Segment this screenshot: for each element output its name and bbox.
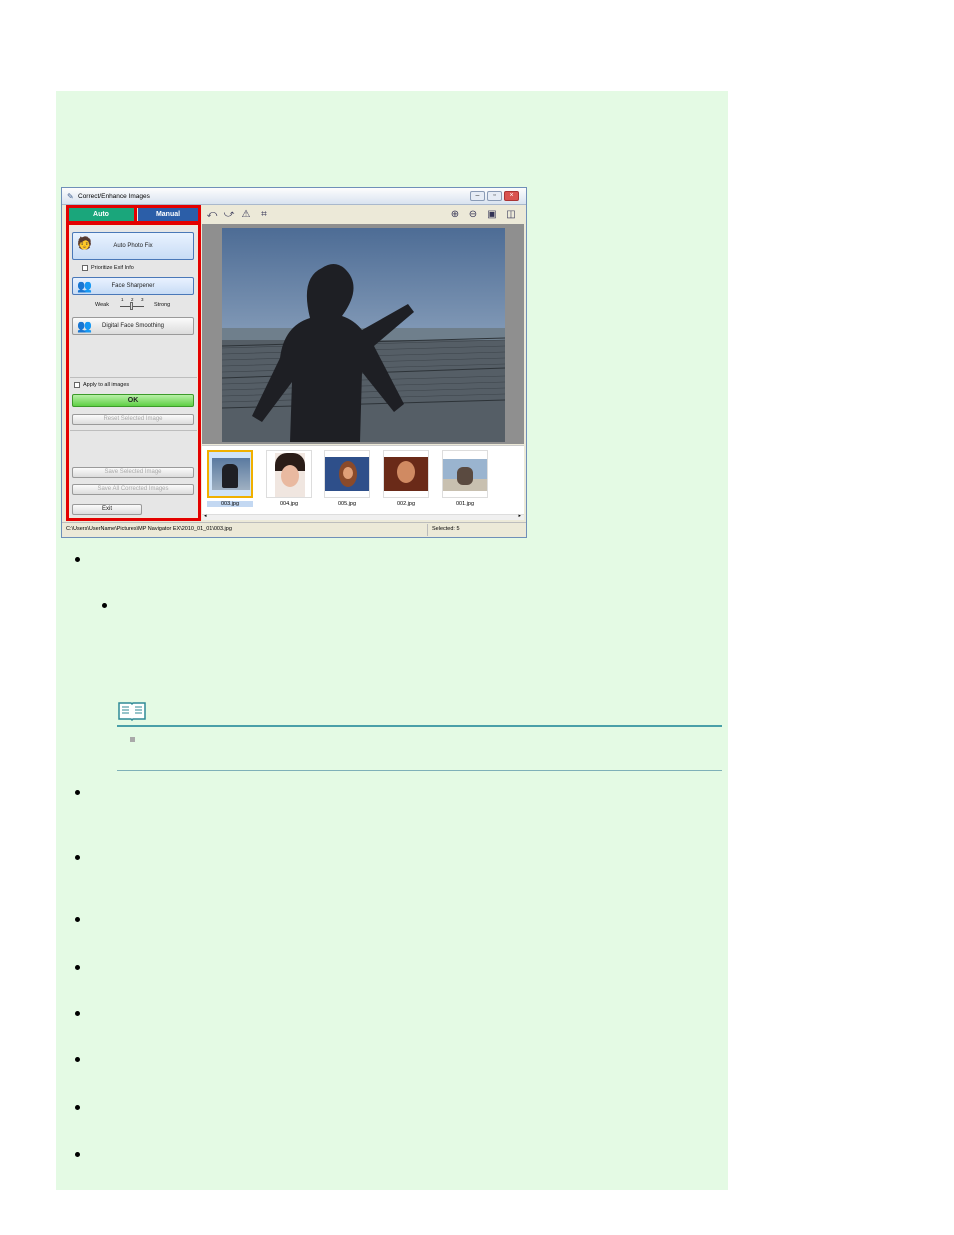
close-icon[interactable]: × — [504, 191, 519, 201]
minimize-icon[interactable]: – — [470, 191, 485, 201]
preview-photo — [222, 228, 505, 442]
highlight-frame — [66, 222, 201, 521]
thumbnail[interactable] — [207, 450, 253, 498]
bullet — [75, 1057, 80, 1062]
app-icon: ✎ — [67, 192, 74, 201]
status-bar: C:\Users\UserName\Pictures\MP Navigator … — [62, 522, 526, 537]
thumbnail-label: 004.jpg — [279, 501, 299, 507]
scroll-right-icon[interactable]: ▸ — [518, 513, 521, 519]
rotate-left-icon[interactable]: ⤺ — [206, 209, 218, 220]
bullet — [75, 790, 80, 795]
thumbnail-scrollbar[interactable]: ◂ ▸ — [202, 513, 524, 520]
note-rule — [117, 725, 722, 727]
scroll-left-icon[interactable]: ◂ — [204, 513, 207, 519]
bullet — [75, 1152, 80, 1157]
bullet — [102, 603, 107, 608]
image-preview-area — [202, 224, 524, 444]
note-bullet — [130, 737, 135, 742]
bullet — [75, 557, 80, 562]
status-separator — [427, 524, 428, 536]
flip-icon[interactable]: ⚠ — [240, 209, 252, 220]
file-path: C:\Users\UserName\Pictures\MP Navigator … — [66, 526, 232, 532]
note-icon — [118, 701, 146, 722]
thumbnail-strip: 003.jpg 004.jpg 005.jpg 002.jpg 001.jpg … — [202, 445, 524, 520]
thumbnail-label: 005.jpg — [337, 501, 357, 507]
title-bar: ✎ Correct/Enhance Images – ▫ × — [62, 188, 526, 205]
window-title: Correct/Enhance Images — [78, 193, 150, 200]
thumbnail-label: 003.jpg — [207, 501, 253, 507]
bullet — [75, 1105, 80, 1110]
selected-count: Selected: 5 — [432, 526, 460, 532]
thumbnail[interactable] — [442, 450, 488, 498]
bullet — [75, 917, 80, 922]
bullet — [75, 1011, 80, 1016]
compare-icon[interactable]: ◫ — [505, 209, 517, 220]
rotate-right-icon[interactable]: ⤻ — [223, 209, 235, 220]
zoom-out-icon[interactable]: ⊖ — [467, 209, 479, 220]
crop-icon[interactable]: ⌗ — [258, 209, 270, 220]
zoom-in-icon[interactable]: ⊕ — [449, 209, 461, 220]
thumbnail[interactable] — [383, 450, 429, 498]
preview-photo-graphic — [222, 228, 505, 442]
restore-icon[interactable]: ▫ — [487, 191, 502, 201]
full-image-icon[interactable]: ▣ — [486, 209, 498, 220]
thumbnail-label: 002.jpg — [396, 501, 416, 507]
note-rule — [117, 770, 722, 771]
thumbnail[interactable] — [324, 450, 370, 498]
thumbnail-label: 001.jpg — [455, 501, 475, 507]
correct-enhance-window: ✎ Correct/Enhance Images – ▫ × Auto Manu… — [61, 187, 527, 538]
thumbnail[interactable] — [266, 450, 312, 498]
image-toolbar: ⤺ ⤻ ⚠ ⌗ ⊕ ⊖ ▣ ◫ — [202, 207, 524, 223]
bullet — [75, 965, 80, 970]
bullet — [75, 855, 80, 860]
